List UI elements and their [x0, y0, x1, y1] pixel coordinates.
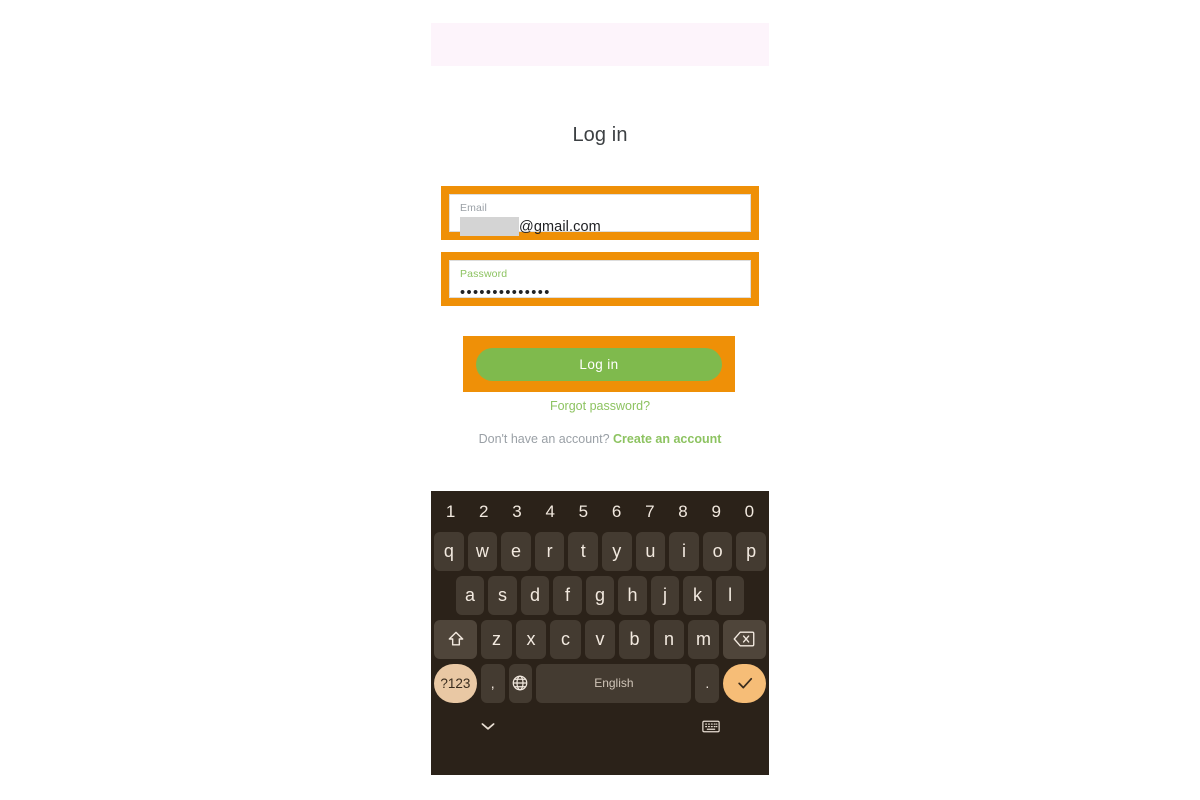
key-row-pad-right [748, 576, 766, 615]
key-8[interactable]: 8 [666, 497, 699, 527]
enter-key[interactable] [723, 663, 766, 703]
shift-icon [446, 629, 466, 649]
keyboard-row-numbers: 1 2 3 4 5 6 7 8 9 0 [434, 495, 766, 529]
globe-key[interactable] [508, 663, 533, 703]
key-2[interactable]: 2 [467, 497, 500, 527]
key-o[interactable]: o [702, 531, 733, 571]
key-u[interactable]: u [635, 531, 666, 571]
hide-keyboard-button[interactable] [480, 720, 496, 732]
key-5[interactable]: 5 [567, 497, 600, 527]
keyboard-row-top: q w e r t y u i o p [434, 529, 766, 573]
phone-viewport: Log in Email @gmail.com Password •••••••… [431, 23, 769, 775]
email-field-value: @gmail.com [460, 217, 740, 236]
key-b[interactable]: b [619, 619, 650, 659]
symbols-key[interactable]: ?123 [434, 663, 477, 703]
email-field[interactable]: Email @gmail.com [449, 194, 751, 236]
check-icon [735, 673, 755, 693]
key-z[interactable]: z [481, 619, 512, 659]
switch-keyboard-button[interactable] [702, 720, 720, 733]
key-e[interactable]: e [501, 531, 531, 571]
key-c[interactable]: c [550, 619, 581, 659]
status-bar-strip [431, 23, 769, 66]
key-g[interactable]: g [585, 575, 615, 615]
email-field-label: Email [460, 202, 488, 214]
key-4[interactable]: 4 [534, 497, 567, 527]
key-7[interactable]: 7 [633, 497, 666, 527]
key-n[interactable]: n [653, 619, 685, 659]
keyboard-row-function: ?123 , English . [434, 661, 766, 705]
login-screen: Log in Email @gmail.com Password •••••••… [431, 66, 769, 488]
keyboard-row-home: a s d f g h j k l [434, 573, 766, 617]
key-a[interactable]: a [455, 575, 485, 615]
login-button[interactable]: Log in [476, 348, 722, 381]
key-k[interactable]: k [683, 575, 712, 615]
forgot-password-link[interactable]: Forgot password? [431, 399, 769, 413]
signup-prompt-text: Don't have an account? [478, 432, 610, 446]
keyboard-nav-bar [434, 705, 766, 747]
key-f[interactable]: f [553, 575, 582, 615]
password-masked-value: •••••••••••••• [460, 285, 551, 301]
key-q[interactable]: q [434, 531, 464, 571]
page-title: Log in [572, 124, 628, 146]
key-m[interactable]: m [688, 619, 719, 659]
key-d[interactable]: d [520, 575, 550, 615]
comma-key[interactable]: , [480, 663, 505, 703]
period-key[interactable]: . [695, 663, 720, 703]
password-field[interactable]: Password •••••••••••••• [449, 260, 751, 301]
key-6[interactable]: 6 [600, 497, 633, 527]
key-s[interactable]: s [488, 575, 517, 615]
key-v[interactable]: v [584, 619, 616, 659]
keyboard-row-bottom: z x c v b n m [434, 617, 766, 661]
signup-row: Don't have an account? Create an account [431, 432, 769, 446]
key-y[interactable]: y [602, 531, 632, 571]
backspace-key[interactable] [722, 619, 766, 659]
shift-key[interactable] [434, 619, 478, 659]
key-0[interactable]: 0 [733, 497, 766, 527]
globe-icon [511, 674, 529, 692]
email-domain-text: @gmail.com [519, 218, 601, 235]
email-redaction-block [460, 217, 519, 236]
key-x[interactable]: x [515, 619, 547, 659]
key-t[interactable]: t [568, 531, 598, 571]
key-i[interactable]: i [669, 531, 699, 571]
on-screen-keyboard: 1 2 3 4 5 6 7 8 9 0 q w e r t y u i o p … [431, 491, 769, 775]
screen-root: Log in Email @gmail.com Password •••••••… [0, 0, 1200, 800]
backspace-icon [733, 629, 755, 649]
key-p[interactable]: p [736, 531, 766, 571]
key-r[interactable]: r [534, 531, 565, 571]
space-key[interactable]: English [536, 663, 692, 703]
key-w[interactable]: w [467, 531, 498, 571]
create-account-link[interactable]: Create an account [613, 432, 721, 446]
key-h[interactable]: h [618, 575, 647, 615]
key-row-pad-left [434, 576, 452, 615]
key-9[interactable]: 9 [700, 497, 733, 527]
key-1[interactable]: 1 [434, 497, 467, 527]
key-3[interactable]: 3 [500, 497, 533, 527]
key-l[interactable]: l [715, 575, 745, 615]
password-field-label: Password [460, 268, 508, 280]
key-j[interactable]: j [650, 575, 680, 615]
